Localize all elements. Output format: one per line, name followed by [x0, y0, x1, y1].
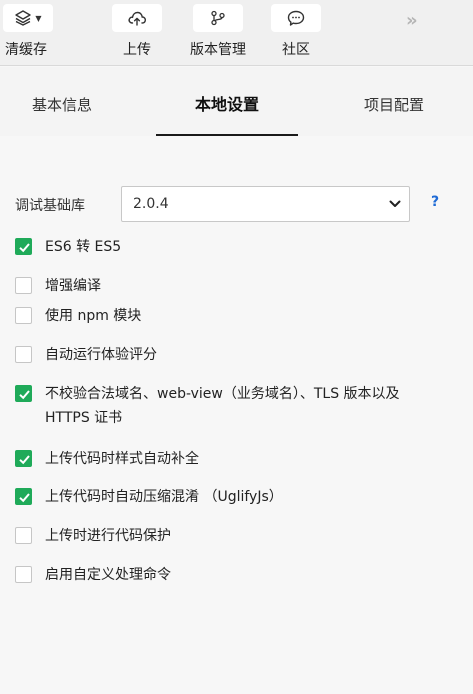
option-label: 自动运行体验评分 — [45, 347, 157, 363]
debug-lib-row: 调试基础库 2.0.4 ? — [15, 186, 455, 222]
version-management-button[interactable] — [193, 4, 243, 32]
option-label: 不校验合法域名、web-view（业务域名）、TLS 版本以及 HTTPS 证书 — [45, 386, 400, 426]
community-button[interactable] — [271, 4, 321, 32]
community-label: 社区 — [282, 42, 310, 58]
layers-icon — [15, 10, 32, 26]
debug-lib-select[interactable]: 2.0.4 — [121, 186, 410, 222]
toolbar: ▼ 清缓存 上传 版本管理 社区 » — [0, 0, 473, 66]
option-label: 增强编译 — [45, 278, 101, 294]
debug-lib-label: 调试基础库 — [15, 198, 85, 214]
chevron-down-icon: ▼ — [35, 13, 42, 23]
checkbox[interactable] — [15, 566, 32, 583]
debug-lib-value: 2.0.4 — [133, 196, 169, 212]
clear-cache-button[interactable]: ▼ — [3, 4, 53, 32]
version-management-tool[interactable]: 版本管理 — [186, 4, 250, 59]
checkbox[interactable] — [15, 450, 32, 467]
community-tool[interactable]: 社区 — [266, 4, 326, 59]
checkmark-icon — [19, 243, 30, 253]
cloud-upload-icon — [128, 11, 147, 26]
option-label: 启用自定义处理命令 — [45, 567, 171, 583]
checkbox[interactable] — [15, 307, 32, 324]
upload-tool[interactable]: 上传 — [107, 4, 167, 59]
checkbox[interactable] — [15, 488, 32, 505]
more-tools-icon[interactable]: » — [406, 10, 418, 31]
local-settings-panel: 调试基础库 2.0.4 ? ES6 转 ES5 增强编译 使用 npm 模块 自… — [0, 136, 473, 694]
checkmark-icon — [19, 455, 30, 465]
version-management-label: 版本管理 — [190, 42, 246, 58]
clear-cache-label: 清缓存 — [5, 42, 47, 58]
upload-button[interactable] — [112, 4, 162, 32]
option-label: 使用 npm 模块 — [45, 308, 142, 324]
option-label: ES6 转 ES5 — [45, 239, 122, 255]
checkbox[interactable] — [15, 385, 32, 402]
checkmark-icon — [19, 390, 30, 400]
help-icon[interactable]: ? — [431, 194, 439, 210]
chevron-down-icon — [389, 200, 401, 207]
checkbox[interactable] — [15, 346, 32, 363]
checkmark-icon — [19, 493, 30, 503]
upload-label: 上传 — [123, 42, 151, 58]
option-label: 上传时进行代码保护 — [45, 528, 171, 544]
clear-cache-menu[interactable]: ▼ 清缓存 — [0, 4, 56, 59]
tab-local-settings[interactable]: 本地设置 — [156, 67, 298, 136]
checkbox[interactable] — [15, 527, 32, 544]
tab-project-config[interactable]: 项目配置 — [344, 67, 444, 136]
option-label: 上传代码时样式自动补全 — [45, 451, 199, 467]
checkbox[interactable] — [15, 238, 32, 255]
tab-basic-info[interactable]: 基本信息 — [0, 67, 124, 136]
git-branch-icon — [211, 10, 225, 26]
option-label: 上传代码时自动压缩混淆 （UglifyJs） — [45, 489, 283, 505]
settings-tabs: 基本信息 本地设置 项目配置 — [0, 67, 473, 136]
chat-bubble-icon — [287, 10, 305, 26]
checkbox[interactable] — [15, 277, 32, 294]
